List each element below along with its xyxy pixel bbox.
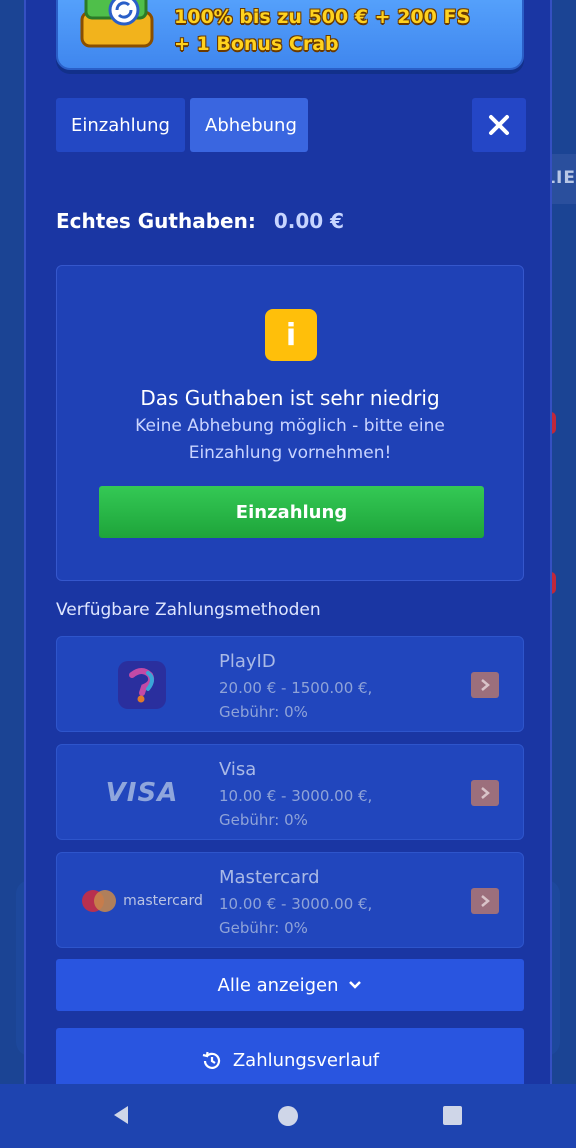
- method-range: 10.00 € - 3000.00 €,: [219, 787, 373, 805]
- method-fee: Gebühr: 0%: [219, 703, 308, 721]
- payment-method-mastercard[interactable]: mastercard Mastercard 10.00 € - 3000.00 …: [56, 852, 524, 948]
- method-name: PlayID: [219, 651, 276, 672]
- history-label: Zahlungsverlauf: [232, 1050, 380, 1071]
- treasure-chest-icon: [80, 0, 154, 48]
- recent-apps-icon[interactable]: [443, 1106, 462, 1125]
- withdrawal-modal: 100% bis zu 500 € + 200 FS + 1 Bonus Cra…: [24, 0, 552, 1084]
- promo-line-1: 100% bis zu 500 € + 200 FS: [174, 6, 471, 28]
- method-fee: Gebühr: 0%: [219, 919, 308, 937]
- show-all-label: Alle anzeigen: [217, 974, 339, 996]
- promo-text: 100% bis zu 500 € + 200 FS + 1 Bonus Cra…: [174, 4, 514, 58]
- mastercard-logo: mastercard: [57, 853, 227, 949]
- real-balance: Echtes Guthaben: 0.00 €: [56, 209, 344, 233]
- home-icon[interactable]: [278, 1106, 298, 1126]
- tab-deposit[interactable]: Einzahlung: [56, 98, 185, 152]
- methods-heading: Verfügbare Zahlungsmethoden: [56, 600, 321, 620]
- info-icon-glyph: i: [285, 317, 297, 353]
- android-navigation-bar: [0, 1084, 576, 1148]
- chevron-right-icon: [471, 780, 499, 806]
- method-name: Mastercard: [219, 867, 320, 888]
- balance-label: Echtes Guthaben:: [56, 209, 256, 233]
- deposit-button[interactable]: Einzahlung: [99, 486, 484, 538]
- playid-logo: [57, 637, 227, 733]
- payment-history-button[interactable]: Zahlungsverlauf: [56, 1028, 524, 1084]
- balance-value: 0.00 €: [273, 209, 345, 233]
- notice-title: Das Guthaben ist sehr niedrig: [140, 386, 440, 410]
- info-icon: i: [265, 309, 317, 361]
- notice-text: Keine Abhebung möglich - bitte eine Einz…: [135, 416, 445, 463]
- show-all-button[interactable]: Alle anzeigen: [56, 959, 524, 1011]
- back-icon[interactable]: [110, 1104, 132, 1126]
- promo-line-2: + 1 Bonus Crab: [174, 33, 339, 55]
- close-icon: [489, 115, 509, 135]
- method-fee: Gebühr: 0%: [219, 811, 308, 829]
- history-icon: [202, 1051, 220, 1069]
- tab-withdrawal[interactable]: Abhebung: [190, 98, 308, 152]
- payment-tabs: Einzahlung Abhebung: [56, 98, 308, 152]
- promo-banner[interactable]: 100% bis zu 500 € + 200 FS + 1 Bonus Cra…: [56, 0, 524, 70]
- payment-method-playid[interactable]: PlayID 20.00 € - 1500.00 €, Gebühr: 0%: [56, 636, 524, 732]
- close-button[interactable]: [472, 98, 526, 152]
- method-range: 20.00 € - 1500.00 €,: [219, 679, 373, 697]
- chevron-right-icon: [471, 672, 499, 698]
- method-name: Visa: [219, 759, 257, 780]
- chevron-down-icon: [349, 981, 362, 989]
- chevron-right-icon: [471, 888, 499, 914]
- visa-logo: VISA: [57, 745, 227, 841]
- mastercard-logo-text: mastercard: [123, 893, 203, 909]
- visa-logo-text: VISA: [105, 778, 179, 808]
- method-range: 10.00 € - 3000.00 €,: [219, 895, 373, 913]
- payment-method-visa[interactable]: VISA Visa 10.00 € - 3000.00 €, Gebühr: 0…: [56, 744, 524, 840]
- low-balance-notice: i Das Guthaben ist sehr niedrig Keine Ab…: [56, 265, 524, 581]
